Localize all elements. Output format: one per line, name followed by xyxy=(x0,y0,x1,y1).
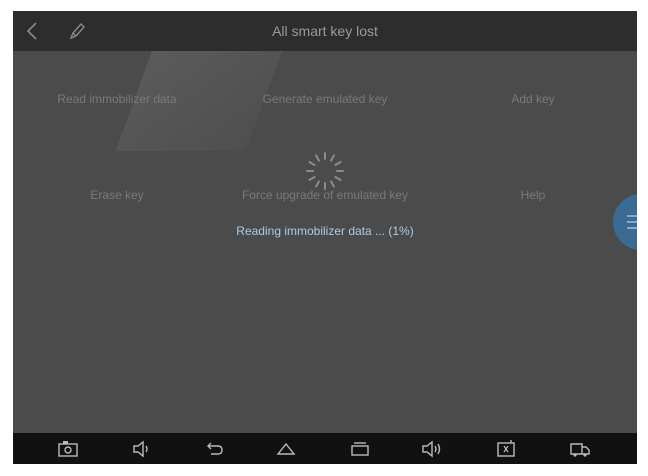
home-icon[interactable] xyxy=(275,438,297,460)
spinner-icon xyxy=(303,149,347,193)
truck-icon[interactable] xyxy=(569,438,591,460)
screenshot-icon[interactable] xyxy=(57,438,79,460)
app-screen: All smart key lost Read immobilizer data… xyxy=(13,11,637,464)
title-bar: All smart key lost xyxy=(13,11,637,51)
recents-icon[interactable] xyxy=(349,438,371,460)
generate-emulated-key-button[interactable]: Generate emulated key xyxy=(221,51,429,147)
page-title: All smart key lost xyxy=(272,23,378,39)
volume-up-icon[interactable] xyxy=(421,438,443,460)
volume-down-icon[interactable] xyxy=(131,438,153,460)
read-immobilizer-data-button[interactable]: Read immobilizer data xyxy=(13,51,221,147)
system-nav-bar xyxy=(13,433,637,464)
progress-text: Reading immobilizer data ... (1%) xyxy=(236,224,414,238)
vci-icon[interactable] xyxy=(495,438,517,460)
back-nav-icon[interactable] xyxy=(203,438,225,460)
add-key-button[interactable]: Add key xyxy=(429,51,637,147)
menu-icon xyxy=(627,214,637,235)
